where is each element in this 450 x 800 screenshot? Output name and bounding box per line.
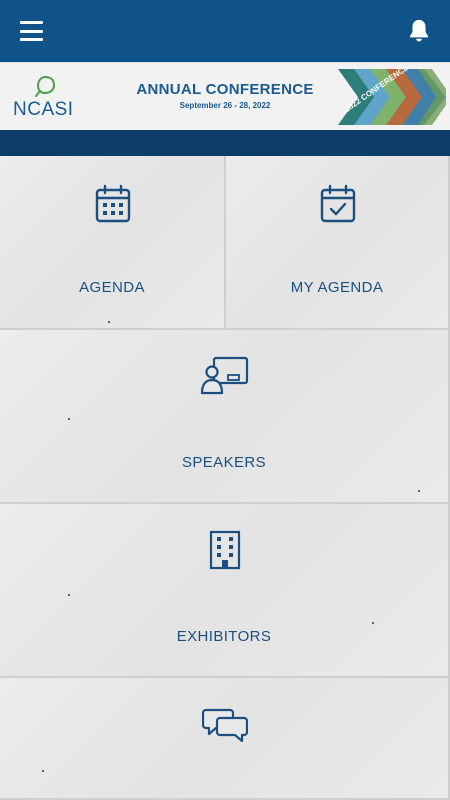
conference-title: ANNUAL CONFERENCE [136,81,314,98]
speakers-label: SPEAKERS [181,454,267,471]
messages-tile[interactable] [0,678,450,800]
presenter-board-icon [200,356,249,395]
conference-dates: September 26 - 28, 2022 [179,101,271,110]
header-divider-band [0,130,450,156]
hamburger-menu-icon[interactable] [20,21,43,41]
bell-icon[interactable] [405,17,433,45]
agenda-tile[interactable]: AGENDA [0,156,226,330]
top-app-bar [0,0,450,62]
speakers-tile[interactable]: SPEAKERS [0,330,450,504]
my-agenda-tile[interactable]: MY AGENDA [226,156,450,330]
exhibitors-tile[interactable]: EXHIBITORS [0,504,450,678]
home-menu-grid: AGENDA MY AGENDA SPEAKERS EXHIBITORS [0,156,450,800]
conference-chevron-graphic: 2022 CONFERENCE [338,67,446,125]
chat-bubbles-icon [202,708,248,742]
calendar-icon [95,184,131,223]
calendar-check-icon [320,184,356,223]
building-icon [209,530,241,570]
ncasi-leaf-logo-icon [35,75,56,97]
exhibitors-label: EXHIBITORS [176,628,272,645]
ncasi-logo-text: NCASI [13,99,74,120]
my-agenda-label: MY AGENDA [290,279,384,296]
agenda-label: AGENDA [79,279,145,296]
conference-banner: NCASI ANNUAL CONFERENCE September 26 - 2… [0,62,450,130]
